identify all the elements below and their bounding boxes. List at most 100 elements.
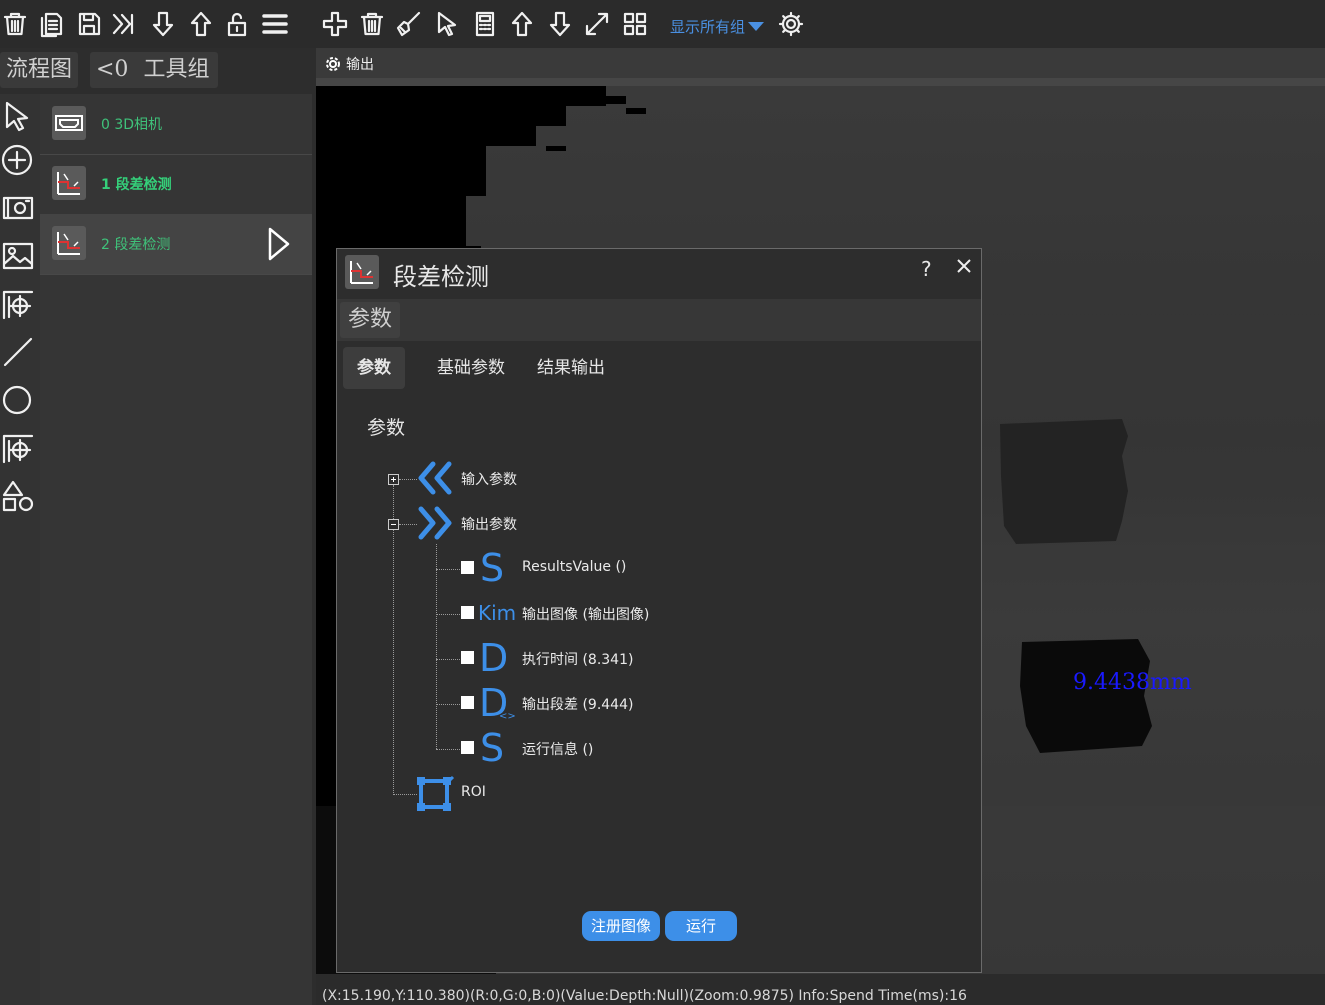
camera-icon [52,106,86,140]
upload-icon[interactable] [507,9,537,39]
flow-item-label: 1 段差检测 [101,177,172,193]
flow-item-3d-camera[interactable]: 0 3D相机 [40,94,312,155]
circle-tool-icon[interactable] [0,380,36,420]
exec-time-checkbox[interactable] [461,651,474,664]
show-all-groups-label: 显示所有组 [670,18,746,36]
run-button[interactable]: 运行 [665,911,737,941]
dialog-title: 段差检测 [393,263,489,291]
output-step-label[interactable]: 输出段差 (9.444) [522,694,633,714]
play-icon[interactable] [266,226,292,266]
flow-item-label: 2 段差检测 [101,237,171,253]
flow-list: 0 3D相机 1 段差检测 2 段差检测 [40,94,312,1005]
measurement-overlay: 9.4438mm [1073,670,1192,695]
dropdown-arrow-icon [748,22,765,31]
move-up-icon[interactable] [186,9,216,39]
params-header-bar: 参数 [337,299,981,341]
settings-gear-icon[interactable] [776,9,806,39]
output-image-checkbox[interactable] [461,606,474,619]
add-icon[interactable] [320,9,350,39]
section-title: 参数 [367,417,406,439]
show-all-groups-dropdown[interactable]: 显示所有组 [670,16,765,37]
measure-tool-icon[interactable] [0,428,36,468]
tree-connector [436,544,437,749]
input-params-expander[interactable] [388,474,399,485]
roi-label[interactable]: ROI [461,784,486,800]
flow-item-label: 0 3D相机 [101,117,163,133]
run-info-label[interactable]: 运行信息 () [522,739,593,759]
trash-icon[interactable] [357,9,387,39]
tab-tool-group[interactable]: <0 工具组 [90,52,218,88]
shapes-tool-icon[interactable] [0,476,36,516]
close-icon[interactable] [953,255,975,277]
results-value-checkbox[interactable] [461,561,474,574]
status-text: (X:15.190,Y:110.380)(R:0,G:0,B:0)(Value:… [322,988,967,1004]
tab-result-output[interactable]: 结果输出 [523,347,619,389]
download-icon[interactable] [545,9,575,39]
tree-connector [399,479,417,480]
step-detect-icon [52,226,86,260]
pointer-icon[interactable] [432,9,462,39]
exec-time-label[interactable]: 执行时间 (8.341) [522,649,633,669]
clear-brush-icon[interactable] [394,9,424,39]
output-step-checkbox[interactable] [461,696,474,709]
locate-tool-icon[interactable] [0,284,36,324]
save-icon[interactable] [74,9,104,39]
image-tool-icon[interactable] [0,236,36,276]
top-toolbar: 显示所有组 [0,0,1325,48]
tree-connector [436,569,460,570]
menu-icon[interactable] [260,9,290,39]
expand-icon[interactable] [582,9,612,39]
tree-connector [393,485,394,795]
unlock-icon[interactable] [222,9,252,39]
left-tab-bar: 流程图 <0 工具组 [0,48,316,94]
expand-right-icon [418,506,452,540]
step-detect-dialog: 段差检测 ? 参数 参数 基础参数 结果输出 参数 输入参数 输出参数 S Re… [336,248,982,973]
tab-flowchart[interactable]: 流程图 [0,52,79,88]
select-tool-icon[interactable] [0,96,36,136]
output-title: 输出 [324,54,374,74]
string-type-icon: S [480,546,505,590]
params-header-tab[interactable]: 参数 [340,302,401,338]
move-down-icon[interactable] [148,9,178,39]
tree-connector [393,794,417,795]
flow-item-step-detect-1[interactable]: 1 段差检测 [40,154,312,215]
output-params-label[interactable]: 输出参数 [461,514,517,534]
output-title-text: 输出 [346,57,374,73]
double-type-icon: D [479,636,509,680]
step-detect-icon [345,255,379,289]
help-button[interactable]: ? [921,257,932,281]
copy-icon[interactable] [36,9,66,39]
grid-layout-icon[interactable] [620,9,650,39]
delete-icon[interactable] [0,9,30,39]
camera-tool-icon[interactable] [0,188,36,228]
output-gear-icon [326,57,340,71]
register-image-button[interactable]: 注册图像 [582,911,660,941]
run-all-icon[interactable] [110,9,140,39]
add-circle-icon[interactable] [0,140,36,180]
tree-connector [436,659,460,660]
roi-icon [417,775,455,811]
input-params-label[interactable]: 输入参数 [461,469,517,489]
output-image-label[interactable]: 输出图像 (输出图像) [522,604,649,624]
results-value-label[interactable]: ResultsValue () [522,559,626,575]
collapse-left-icon [418,461,452,495]
output-divider [316,78,1325,86]
left-tool-strip [0,94,40,1005]
output-params-expander[interactable] [388,519,399,530]
output-panel-header: 输出 [316,48,1325,78]
step-detect-icon [52,166,86,200]
run-info-checkbox[interactable] [461,741,474,754]
tool-group-label: 工具组 [143,57,210,82]
tab-basic-params[interactable]: 基础参数 [423,347,519,389]
tab-params[interactable]: 参数 [343,347,405,389]
array-marker-icon: <> [499,711,516,722]
calculator-icon[interactable] [470,9,500,39]
tree-connector [436,749,460,750]
line-tool-icon[interactable] [0,332,36,372]
image-type-icon: Kim [478,601,517,625]
string-type-icon: S [480,726,505,770]
group-prefix: <0 [96,57,129,82]
tree-connector [436,614,460,615]
flow-item-step-detect-2[interactable]: 2 段差检测 [40,214,312,275]
tree-connector [399,524,417,525]
